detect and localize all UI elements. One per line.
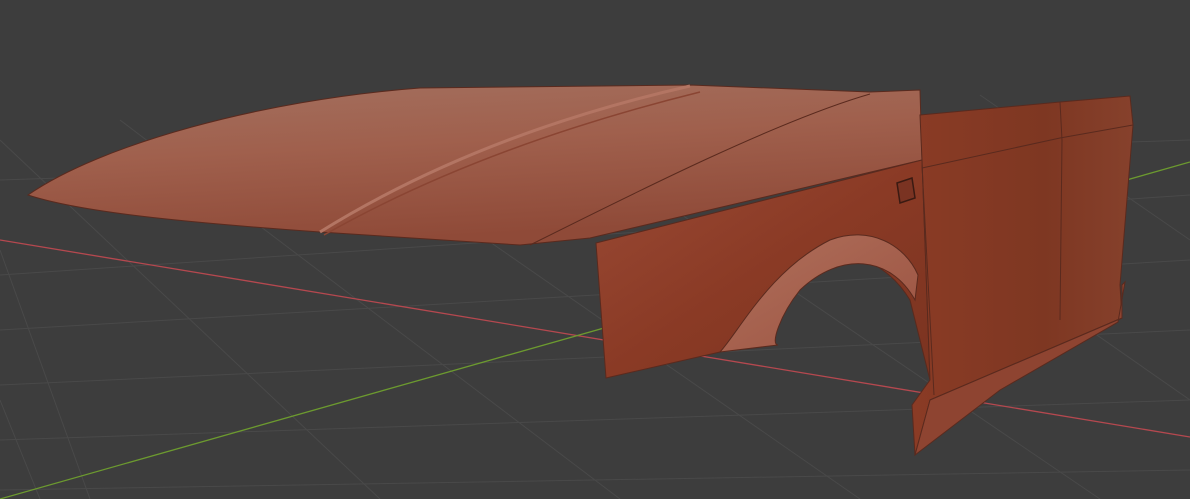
car-body-mesh[interactable] <box>26 84 1134 457</box>
mirror-mount <box>896 177 916 204</box>
3d-viewport[interactable] <box>0 0 1190 499</box>
viewport-canvas[interactable] <box>0 0 1190 499</box>
